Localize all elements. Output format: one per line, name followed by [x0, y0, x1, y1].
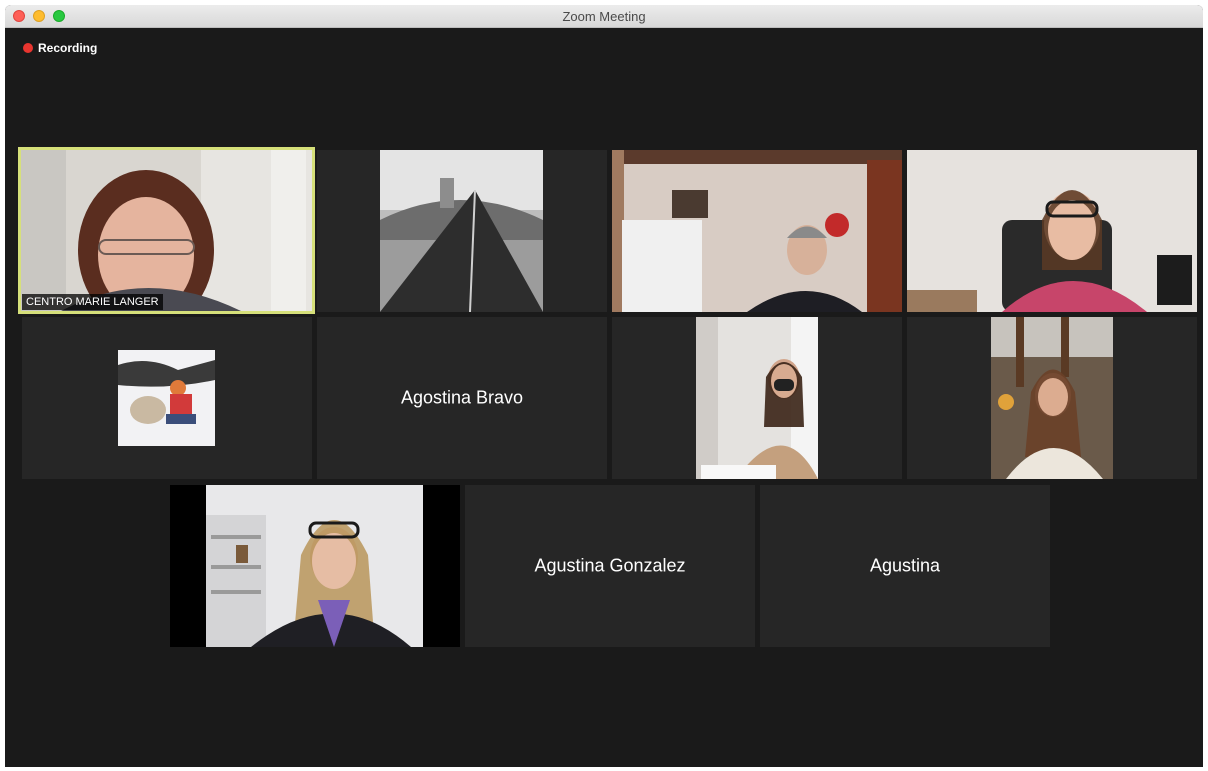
participant-tile-9[interactable]: [170, 485, 460, 647]
participant-tile-4[interactable]: [907, 150, 1197, 312]
title-bar: Zoom Meeting: [5, 5, 1203, 28]
participant-video: [21, 150, 312, 311]
participant-tile-centro-marie-langer[interactable]: CENTRO MARIE LANGER: [18, 147, 315, 314]
participant-tile-3[interactable]: [612, 150, 902, 312]
participant-tile-agustina[interactable]: Agustina: [760, 485, 1050, 647]
participant-avatar-image: [380, 150, 543, 312]
participant-tile-7[interactable]: [612, 317, 902, 479]
participant-video: [907, 150, 1197, 312]
participant-video: [612, 150, 902, 312]
participant-name: Agostina Bravo: [400, 387, 524, 408]
participant-video: [696, 317, 818, 479]
participant-video: [206, 485, 423, 647]
participant-name: Agustina Gonzalez: [534, 555, 686, 576]
participant-tile-agostina-bravo[interactable]: Agostina Bravo: [317, 317, 607, 479]
participant-tile-agustina-gonzalez[interactable]: Agustina Gonzalez: [465, 485, 755, 647]
participant-video: [991, 317, 1113, 479]
participant-name: CENTRO MARIE LANGER: [22, 294, 163, 310]
recording-indicator[interactable]: Recording: [23, 41, 97, 55]
participant-tile-8[interactable]: [907, 317, 1197, 479]
participant-tile-5[interactable]: [22, 317, 312, 479]
recording-dot-icon: [23, 43, 33, 53]
recording-label: Recording: [38, 41, 98, 55]
zoom-window: Zoom Meeting Recording CENTRO MARIE LANG…: [5, 5, 1203, 767]
participant-tile-2[interactable]: [317, 150, 607, 312]
window-title: Zoom Meeting: [562, 9, 646, 24]
participant-avatar-image: [118, 350, 215, 446]
participant-name: Agustina: [869, 555, 941, 576]
